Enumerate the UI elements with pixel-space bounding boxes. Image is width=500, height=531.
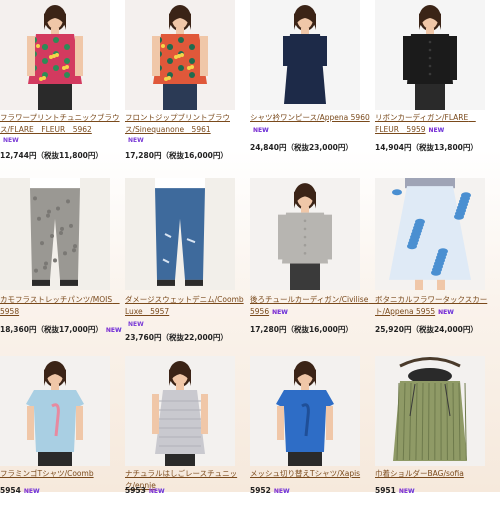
- product-price: 17,280円（税抜16,000円）: [125, 150, 228, 161]
- new-badge: NEW: [429, 125, 445, 137]
- product-price: 25,920円（税抜24,000円）: [375, 324, 478, 335]
- product-image[interactable]: [125, 178, 235, 290]
- product-image[interactable]: [375, 0, 485, 110]
- product-card[interactable]: フラミンゴTシャツ/Coomb5954NEW: [0, 356, 120, 531]
- product-image[interactable]: [375, 178, 485, 290]
- product-name-link[interactable]: ボタニカルフラワータックスカート/Appena 5955NEW: [375, 294, 499, 319]
- product-image[interactable]: [250, 178, 360, 290]
- product-name-link[interactable]: リボンカーディガン/FLARE FLEUR 5959NEW: [375, 112, 499, 137]
- product-price: 5953NEW: [125, 486, 165, 495]
- product-price: 12,744円（税抜11,800円）: [0, 150, 103, 161]
- product-card[interactable]: シャツ衿ワンピース/Appena 5960NEW24,840円（税抜23,000…: [250, 0, 370, 175]
- new-badge: NEW: [128, 321, 144, 328]
- product-name-link[interactable]: 後ろチュールカーディガン/Civilise 5956NEW: [250, 294, 374, 319]
- product-name-link[interactable]: カモフラストレッチパンツ/MOIS 5958: [0, 294, 124, 318]
- product-card[interactable]: ダメージスウェットデニム/Coomb Luxe 595723,760円（税抜22…: [125, 178, 245, 353]
- new-badge: NEW: [128, 137, 144, 144]
- product-name-link[interactable]: フラミンゴTシャツ/Coomb: [0, 468, 124, 480]
- new-badge: NEW: [106, 327, 122, 334]
- product-price: 5952NEW: [250, 486, 290, 495]
- product-card[interactable]: 巾着ショルダーBAG/sofia5951NEW: [375, 356, 495, 531]
- new-badge: NEW: [253, 125, 269, 137]
- product-name-link[interactable]: シャツ衿ワンピース/Appena 5960NEW: [250, 112, 374, 137]
- product-card[interactable]: 後ろチュールカーディガン/Civilise 5956NEW17,280円（税抜1…: [250, 178, 370, 353]
- new-badge: NEW: [3, 137, 19, 144]
- product-card[interactable]: フロントジップブリントブラウス/Sinequanone 596117,280円（…: [125, 0, 245, 175]
- product-card[interactable]: リボンカーディガン/FLARE FLEUR 5959NEW14,904円（税抜1…: [375, 0, 495, 175]
- product-image[interactable]: [0, 0, 110, 110]
- product-card[interactable]: ナチュラルはしごレースチュニック/ennie5953NEW: [125, 356, 245, 531]
- product-name-link[interactable]: フラワープリントチュニックブラウス/FLARE FLEUR 5962: [0, 112, 124, 136]
- product-price: 17,280円（税抜16,000円）: [250, 324, 353, 335]
- product-name-link[interactable]: フロントジップブリントブラウス/Sinequanone 5961: [125, 112, 249, 136]
- new-badge: NEW: [272, 307, 288, 319]
- product-image[interactable]: [125, 356, 235, 466]
- product-image[interactable]: [250, 0, 360, 110]
- product-price: 5951NEW: [375, 486, 415, 495]
- product-price: 5954NEW: [0, 486, 40, 495]
- product-price: 24,840円（税抜23,000円）: [250, 142, 353, 153]
- product-card[interactable]: ボタニカルフラワータックスカート/Appena 5955NEW25,920円（税…: [375, 178, 495, 353]
- product-image[interactable]: [250, 356, 360, 466]
- product-image[interactable]: [375, 356, 485, 466]
- product-image[interactable]: [0, 178, 110, 290]
- product-image[interactable]: [0, 356, 110, 466]
- product-card[interactable]: カモフラストレッチパンツ/MOIS 595818,360円（税抜17,000円）…: [0, 178, 120, 353]
- product-card[interactable]: メッシュ切り替えTシャツ/Xapis5952NEW: [250, 356, 370, 531]
- product-card[interactable]: フラワープリントチュニックブラウス/FLARE FLEUR 596212,744…: [0, 0, 120, 175]
- product-name-link[interactable]: ダメージスウェットデニム/Coomb Luxe 5957: [125, 294, 249, 318]
- product-image[interactable]: [125, 0, 235, 110]
- product-name-link[interactable]: メッシュ切り替えTシャツ/Xapis: [250, 468, 374, 480]
- product-price: 18,360円（税抜17,000円）NEW: [0, 324, 122, 335]
- product-name-link[interactable]: 巾着ショルダーBAG/sofia: [375, 468, 499, 480]
- product-price: 23,760円（税抜22,000円）: [125, 332, 228, 343]
- product-price: 14,904円（税抜13,800円）: [375, 142, 478, 153]
- new-badge: NEW: [438, 307, 454, 319]
